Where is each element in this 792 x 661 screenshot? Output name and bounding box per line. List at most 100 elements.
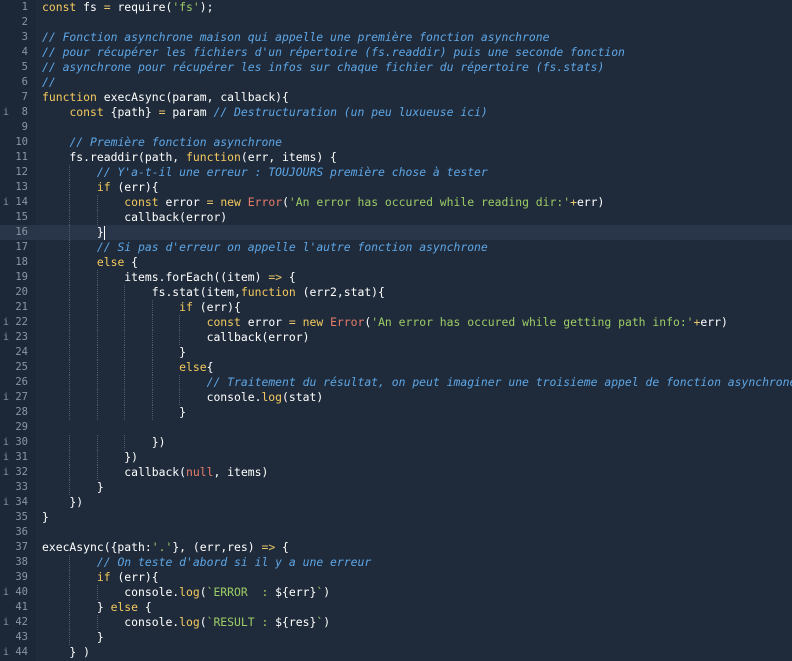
indent-guide <box>69 570 71 585</box>
code-text[interactable]: // Y'a-t-il une erreur : TOUJOURS premiè… <box>42 165 488 180</box>
indent-guide <box>124 435 126 450</box>
code-text[interactable]: execAsync({path:'.'}, (err,res) => { <box>42 540 289 555</box>
code-text[interactable]: }) <box>42 435 166 450</box>
code-text[interactable]: const error = new Error('An error has oc… <box>42 195 604 210</box>
code-line[interactable]: 38 // On teste d'abord si il y a une err… <box>0 555 792 570</box>
code-line[interactable]: 35} <box>0 510 792 525</box>
code-token: 'An error has occured while reading dir:… <box>288 195 571 209</box>
code-text[interactable]: // Traitement du résultat, on peut imagi… <box>42 375 792 390</box>
code-line[interactable]: i 40 console.log(`ERROR : ${err}`) <box>0 585 792 600</box>
code-text[interactable]: const fs = require('fs'); <box>42 0 213 15</box>
code-text[interactable]: // asynchrone pour récupérer les infos s… <box>42 60 604 75</box>
code-text[interactable]: callback(error) <box>42 330 310 345</box>
code-line[interactable]: 43 } <box>0 630 792 645</box>
code-text[interactable]: fs.readdir(path, function(err, items) { <box>42 150 336 165</box>
code-line[interactable]: i 31 }) <box>0 450 792 465</box>
code-text[interactable]: } <box>42 405 186 420</box>
code-line[interactable]: 18 else { <box>0 255 792 270</box>
indent-guide <box>179 375 181 390</box>
code-line[interactable]: i 44 } ) <box>0 645 792 660</box>
code-line[interactable]: i 30 }) <box>0 435 792 450</box>
code-token: }) <box>42 450 139 464</box>
code-text[interactable]: // Fonction asynchrone maison qui appell… <box>42 30 549 45</box>
code-text[interactable]: }) <box>42 450 138 465</box>
code-line[interactable]: 26 // Traitement du résultat, on peut im… <box>0 375 792 390</box>
code-text[interactable]: else{ <box>42 360 213 375</box>
code-line[interactable]: 19 items.forEach((item) => { <box>0 270 792 285</box>
code-line[interactable]: 41 } else { <box>0 600 792 615</box>
code-line[interactable]: 28 } <box>0 405 792 420</box>
code-text[interactable]: const error = new Error('An error has oc… <box>42 315 728 330</box>
code-text[interactable]: } <box>42 345 186 360</box>
code-text[interactable]: // Si pas d'erreur on appelle l'autre fo… <box>42 240 488 255</box>
code-text[interactable]: } <box>42 480 104 495</box>
code-line[interactable]: 7 function execAsync(param, callback){ <box>0 90 792 105</box>
code-text[interactable]: if (err){ <box>42 570 159 585</box>
code-line[interactable]: 17 // Si pas d'erreur on appelle l'autre… <box>0 240 792 255</box>
code-text[interactable]: } else { <box>42 600 152 615</box>
code-line[interactable]: i 23 callback(error) <box>0 330 792 345</box>
code-line[interactable]: 21 if (err){ <box>0 300 792 315</box>
code-line[interactable]: 9 <box>0 120 792 135</box>
code-line[interactable]: i 27 console.log(stat) <box>0 390 792 405</box>
code-text[interactable]: if (err){ <box>42 180 159 195</box>
code-text[interactable]: fs.stat(item,function (err2,stat){ <box>42 285 385 300</box>
code-line[interactable]: 4 // pour récupérer les fichiers d'un rép… <box>0 45 792 60</box>
code-text[interactable]: } <box>42 630 104 645</box>
code-line[interactable]: 10 // Première fonction asynchrone <box>0 135 792 150</box>
code-text[interactable]: console.log(`RESULT : ${res}`) <box>42 615 330 630</box>
code-line[interactable]: 39 if (err){ <box>0 570 792 585</box>
code-line[interactable]: 16 } <box>0 225 792 240</box>
code-line[interactable]: 15 callback(error) <box>0 210 792 225</box>
code-line[interactable]: 29 <box>0 420 792 435</box>
code-text[interactable]: else { <box>42 255 138 270</box>
code-line[interactable]: i 22 const error = new Error('An error ha… <box>0 315 792 330</box>
code-text[interactable]: }) <box>42 495 83 510</box>
line-number: 36 <box>15 526 28 538</box>
code-line[interactable]: i8 const {path} = param // Destructurati… <box>0 105 792 120</box>
code-text[interactable]: } <box>42 510 49 525</box>
code-text[interactable]: } ) <box>42 645 90 660</box>
code-token: => <box>268 270 283 284</box>
code-line[interactable]: i 14 const error = new Error('An error ha… <box>0 195 792 210</box>
code-text[interactable]: callback(null, items) <box>42 465 268 480</box>
line-number: 30 <box>15 436 28 448</box>
code-line[interactable]: 3 // Fonction asynchrone maison qui appel… <box>0 30 792 45</box>
indent-guide <box>69 210 71 225</box>
indent-guide <box>69 480 71 495</box>
code-text[interactable]: } <box>42 225 104 240</box>
code-line[interactable]: i 34 }) <box>0 495 792 510</box>
code-token: const <box>124 195 159 209</box>
code-text[interactable]: console.log(`ERROR : ${err}`) <box>42 585 330 600</box>
code-text[interactable]: // On teste d'abord si il y a une erreur <box>42 555 371 570</box>
code-text[interactable]: const {path} = param // Destructuration … <box>42 105 487 120</box>
code-line[interactable]: 13 if (err){ <box>0 180 792 195</box>
code-line[interactable]: 1 const fs = require('fs'); <box>0 0 792 15</box>
code-line[interactable]: i 42 console.log(`RESULT : ${res}`) <box>0 615 792 630</box>
indent-guide <box>124 300 126 315</box>
code-line[interactable]: 11 fs.readdir(path, function(err, items)… <box>0 150 792 165</box>
code-line[interactable]: 33 } <box>0 480 792 495</box>
code-line[interactable]: 20 fs.stat(item,function (err2,stat){ <box>0 285 792 300</box>
code-line[interactable]: 2 <box>0 15 792 30</box>
code-token: execAsync({path: <box>42 540 152 554</box>
code-line[interactable]: 6 // <box>0 75 792 90</box>
code-line[interactable]: 36 <box>0 525 792 540</box>
code-text[interactable]: // Première fonction asynchrone <box>42 135 282 150</box>
line-number: 32 <box>15 466 28 478</box>
code-text[interactable]: console.log(stat) <box>42 390 324 405</box>
code-text[interactable]: if (err){ <box>42 300 241 315</box>
code-line[interactable]: 25 else{ <box>0 360 792 375</box>
code-text[interactable]: // pour récupérer les fichiers d'un répe… <box>42 45 625 60</box>
code-line[interactable]: 24 } <box>0 345 792 360</box>
code-token: log <box>179 585 200 599</box>
code-text[interactable]: function execAsync(param, callback){ <box>42 90 289 105</box>
code-line[interactable]: i 32 callback(null, items) <box>0 465 792 480</box>
code-editor[interactable]: 1 const fs = require('fs'); 2 3// Fonction … <box>0 0 792 661</box>
code-line[interactable]: 5 // asynchrone pour récupérer les infos … <box>0 60 792 75</box>
code-line[interactable]: 12 // Y'a-t-il une erreur : TOUJOURS pre… <box>0 165 792 180</box>
code-line[interactable]: 37 execAsync({path:'.'}, (err,res) => { <box>0 540 792 555</box>
code-text[interactable]: // <box>42 75 56 90</box>
code-text[interactable]: items.forEach((item) => { <box>42 270 295 285</box>
